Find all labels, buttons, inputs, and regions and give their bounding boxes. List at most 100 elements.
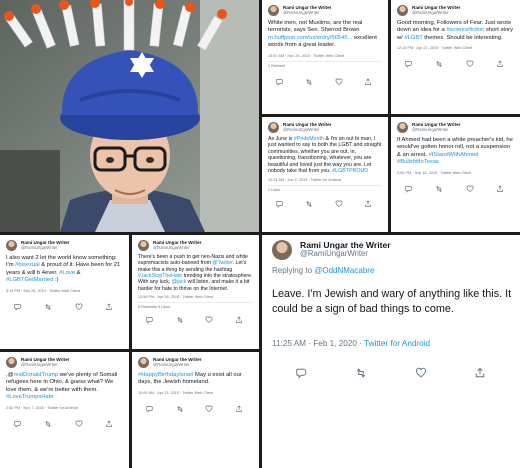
tweet-link[interactable]: #LGBTPROUD <box>332 168 368 174</box>
avatar[interactable] <box>6 357 17 368</box>
tweet-card[interactable]: Rami Ungar the Writer @RamiUngarWriter I… <box>0 235 129 349</box>
like-icon[interactable] <box>335 195 343 207</box>
user-handle[interactable]: @RamiUngarWriter <box>412 127 460 132</box>
like-icon[interactable] <box>335 73 343 85</box>
avatar[interactable] <box>6 240 17 251</box>
avatar[interactable] <box>138 357 149 368</box>
retweet-icon[interactable] <box>176 311 184 324</box>
user-handle[interactable]: @RamiUngarWriter <box>283 10 331 15</box>
tweet-timestamp[interactable]: 10:24 AM · Jun 2, 2019 · Twitter for And… <box>268 178 382 182</box>
user-handle[interactable]: @RamiUngarWriter <box>300 250 391 258</box>
tweet-timestamp[interactable]: 12:16 PM · Apr 21, 2015 · Twitter Web Cl… <box>397 46 514 50</box>
avatar[interactable] <box>397 5 408 16</box>
tweet-text: I also want 2 let the world know somethi… <box>6 255 123 285</box>
avatar[interactable] <box>268 122 279 133</box>
like-icon[interactable] <box>466 55 474 68</box>
reply-prefix: Replying to <box>272 266 315 275</box>
user-handle[interactable]: @RamiUngarWriter <box>21 362 69 367</box>
share-icon[interactable] <box>235 311 243 323</box>
tweet-card[interactable]: Rami Ungar the Writer @RamiUngarWriter .… <box>0 352 129 468</box>
reply-icon[interactable] <box>276 73 284 86</box>
tweet-timestamp[interactable]: 2:52 PM · Nov 7, 2016 · Twitter for Andr… <box>6 406 123 410</box>
tweet-timestamp[interactable]: 12:56 PM · Apr 26, 2018 · Twitter Web Cl… <box>138 295 253 299</box>
tweet-card[interactable]: Rami Ungar the Writer @RamiUngarWriter #… <box>132 352 259 468</box>
tweet-stats[interactable]: 2 Likes <box>268 184 382 192</box>
tweet-timestamp[interactable]: 10:47 AM · Nov 24, 2015 · Twitter Web Cl… <box>268 54 382 58</box>
retweet-icon[interactable] <box>176 400 184 412</box>
tweet-timestamp[interactable]: 5:14 PM · Mar 26, 2014 · Twitter Web Cli… <box>6 289 123 293</box>
reply-to-link[interactable]: @OddNMacabre <box>314 266 374 275</box>
tweet-link[interactable]: m.huffpost.com/us/entry/56545... <box>268 35 352 41</box>
tweet-link[interactable]: #HappyBirthdayIsrael <box>138 372 193 378</box>
avatar[interactable] <box>138 240 149 251</box>
tweet-link[interactable]: @Twitter <box>212 260 232 266</box>
tweet-card[interactable]: Rami Ungar the Writer @RamiUngarWriter I… <box>391 117 520 232</box>
user-handle[interactable]: @RamiUngarWriter <box>153 362 201 367</box>
avatar[interactable] <box>272 240 292 260</box>
share-icon[interactable] <box>105 415 113 427</box>
retweet-icon[interactable] <box>305 73 313 85</box>
retweet-icon[interactable] <box>44 298 52 310</box>
client-link[interactable]: Twitter for Android <box>364 339 430 348</box>
share-icon[interactable] <box>105 298 113 310</box>
retweet-icon[interactable] <box>435 180 443 192</box>
user-handle[interactable]: @RamiUngarWriter <box>283 127 331 132</box>
reply-icon[interactable] <box>14 298 22 311</box>
share-icon[interactable] <box>496 55 504 68</box>
share-icon[interactable] <box>474 366 486 378</box>
reply-icon[interactable] <box>405 180 413 193</box>
tweet-link[interactable]: realDonaldTrump <box>14 372 59 378</box>
tweet-link[interactable]: #LGBT <box>404 35 422 41</box>
tweet-stats[interactable]: 8 Retweets 5 Likes <box>138 302 253 309</box>
like-icon[interactable] <box>415 366 427 378</box>
user-handle[interactable]: @RamiUngarWriter <box>153 245 201 250</box>
tweet-card[interactable]: Rami Ungar the Writer @RamiUngarWriter T… <box>132 235 259 349</box>
tweet-link[interactable]: @jack <box>172 279 187 285</box>
tweet-link[interactable]: #PrideMonth <box>294 136 324 142</box>
action-bar <box>6 298 123 311</box>
share-icon[interactable] <box>364 195 372 207</box>
tweet-timestamp[interactable]: 11:25 AM · Feb 1, 2020 · Twitter for And… <box>272 339 430 348</box>
reply-icon[interactable] <box>146 400 154 413</box>
tweet-timestamp[interactable]: 2:56 PM · Sep 16, 2015 · Twitter Web Cli… <box>397 171 514 175</box>
user-handle[interactable]: @RamiUngarWriter <box>412 10 460 15</box>
retweet-icon[interactable] <box>305 195 313 207</box>
tweet-link[interactable]: #LoveTrumpsHate <box>6 394 53 400</box>
tweet-link[interactable]: #bisexual <box>15 262 40 268</box>
reply-icon[interactable] <box>14 415 22 428</box>
action-bar <box>397 180 514 193</box>
user-handle[interactable]: @RamiUngarWriter <box>21 245 69 250</box>
like-icon[interactable] <box>205 400 213 412</box>
tweet-card[interactable]: Rami Ungar the Writer @RamiUngarWriter G… <box>391 0 520 114</box>
share-icon[interactable] <box>496 180 504 192</box>
tweet-link[interactable]: #scienceficiton <box>446 27 484 33</box>
reply-icon[interactable] <box>276 195 284 208</box>
tweet-stats[interactable]: 1 Retweet <box>268 60 382 68</box>
retweet-icon[interactable] <box>355 366 367 378</box>
like-icon[interactable] <box>205 311 213 323</box>
share-icon[interactable] <box>364 73 372 85</box>
tweet-card[interactable]: Rami Ungar the Writer @RamiUngarWriter W… <box>262 0 388 114</box>
reply-context: Replying to @OddNMacabre <box>272 266 374 275</box>
like-icon[interactable] <box>466 180 474 192</box>
like-icon[interactable] <box>75 298 83 310</box>
tweet-text-segment: As June is <box>268 136 294 142</box>
share-icon[interactable] <box>235 400 243 412</box>
timestamp-text[interactable]: 11:25 AM · Feb 1, 2020 · <box>272 339 364 348</box>
tweet-link[interactable]: #Love <box>59 270 75 276</box>
reply-icon[interactable] <box>146 311 154 324</box>
tweet-text: As June is #PrideMonth & I'm an out bi m… <box>268 136 382 175</box>
tweet-card-large[interactable]: Rami Ungar the Writer @RamiUngarWriter R… <box>262 235 520 468</box>
retweet-icon[interactable] <box>435 55 443 68</box>
tweet-link[interactable]: #JackStopTheHate <box>138 273 182 279</box>
tweet-timestamp[interactable]: 10:06 AM · Apr 23, 2015 · Twitter Web Cl… <box>138 391 253 395</box>
tweet-link[interactable]: #LGBTGetMarried <box>6 277 53 283</box>
tweet-card[interactable]: Rami Ungar the Writer @RamiUngarWriter A… <box>262 117 388 232</box>
reply-icon[interactable] <box>296 366 308 379</box>
like-icon[interactable] <box>75 415 83 427</box>
avatar[interactable] <box>397 122 408 133</box>
reply-icon[interactable] <box>405 55 413 69</box>
action-bar <box>268 195 382 208</box>
retweet-icon[interactable] <box>44 415 52 427</box>
avatar[interactable] <box>268 5 279 16</box>
